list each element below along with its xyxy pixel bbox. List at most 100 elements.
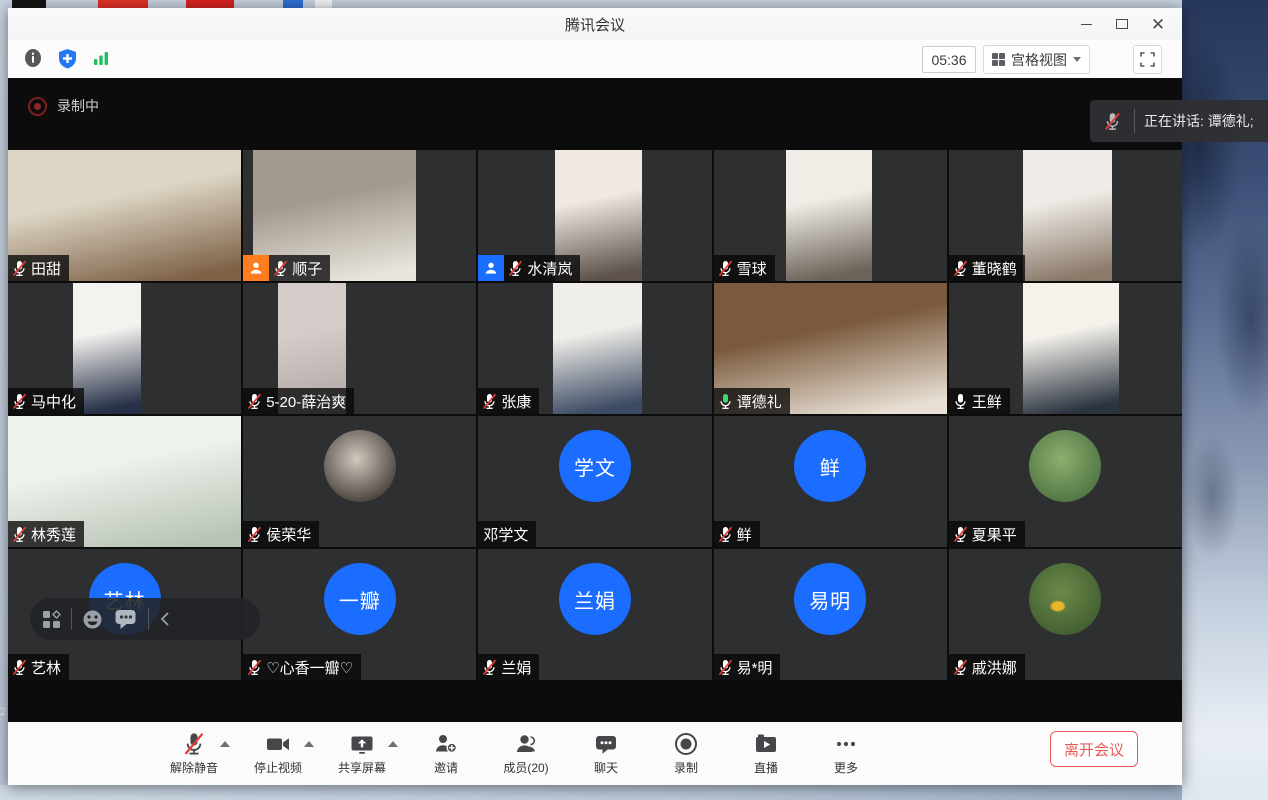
participant-name: 侯荣华	[266, 524, 311, 545]
participant-video	[1023, 283, 1119, 414]
footer-button-share-screen[interactable]: 共享屏幕	[330, 731, 394, 776]
network-signal-icon[interactable]	[90, 47, 112, 69]
participant-name-label: 侯荣华	[243, 521, 319, 547]
participant-tile[interactable]: 5-20-薛治爽	[243, 283, 476, 414]
footer-button-camera[interactable]: 停止视频	[246, 731, 310, 776]
participant-tile[interactable]: 水清岚	[478, 150, 711, 281]
participant-name: 艺林	[31, 657, 61, 678]
meeting-stage: 录制中 田甜 顺子 水清岚	[8, 78, 1182, 722]
participant-name-label: 雪球	[714, 255, 775, 281]
participant-tile[interactable]: 谭德礼	[714, 283, 947, 414]
participant-avatar: 易明	[794, 563, 866, 635]
meeting-window: 腾讯会议 ✕ 05:36 宫格视图	[8, 8, 1182, 785]
participant-name: 5-20-薛治爽	[266, 391, 346, 412]
participant-name: 王鲜	[972, 391, 1002, 412]
meeting-timer: 05:36	[922, 46, 976, 73]
participant-tile[interactable]: 林秀莲	[8, 416, 241, 547]
record-icon	[673, 731, 699, 757]
participant-avatar	[1029, 430, 1101, 502]
smiley-icon[interactable]	[82, 609, 103, 630]
footer-button-mic-muted[interactable]: 解除静音	[162, 731, 226, 776]
meeting-footer-bar: 解除静音 停止视频 共享屏幕 邀请 成员(20) 聊天	[8, 722, 1182, 785]
mic-status-icon	[12, 393, 27, 410]
divider	[71, 608, 72, 630]
participant-tile[interactable]: 雪球	[714, 150, 947, 281]
mic-status-icon	[247, 659, 262, 676]
divider	[148, 608, 149, 630]
participant-tile[interactable]: 易明 易*明	[714, 549, 947, 680]
participant-name-label: 董晓鹤	[949, 255, 1025, 281]
invite-icon	[433, 731, 459, 757]
participant-tile[interactable]: 王鲜	[949, 283, 1182, 414]
participant-name: 雪球	[737, 258, 767, 279]
footer-button-invite[interactable]: 邀请	[414, 731, 478, 776]
participant-tile[interactable]: 侯荣华	[243, 416, 476, 547]
participant-name-label: 水清岚	[478, 255, 580, 281]
participant-avatar: 学文	[559, 430, 631, 502]
participant-tile[interactable]: 顺子	[243, 150, 476, 281]
desktop: 2 腾讯会议 ✕ 05:36	[0, 0, 1268, 800]
participant-name-label: 戚洪娜	[949, 654, 1025, 680]
mic-status-icon	[482, 393, 497, 410]
participant-tile[interactable]: 田甜	[8, 150, 241, 281]
participant-name: 夏果平	[972, 524, 1017, 545]
chevron-left-icon[interactable]	[159, 611, 171, 627]
footer-button-members[interactable]: 成员(20)	[494, 731, 558, 776]
participant-name: 顺子	[292, 258, 322, 279]
participant-name-label: 王鲜	[949, 388, 1010, 414]
chat-bubble-icon[interactable]	[113, 607, 138, 631]
participant-name-label: 艺林	[8, 654, 69, 680]
view-mode-dropdown[interactable]: 宫格视图	[983, 45, 1091, 74]
recording-indicator: 录制中	[28, 96, 99, 116]
footer-button-more[interactable]: 更多	[814, 731, 878, 776]
participant-tile[interactable]: 张康	[478, 283, 711, 414]
participant-name: 张康	[501, 391, 531, 412]
participant-name-label: 兰娟	[478, 654, 539, 680]
reaction-toolbar	[30, 598, 260, 640]
mic-status-icon	[718, 393, 733, 410]
chat-icon	[593, 731, 619, 757]
maximize-button[interactable]	[1104, 8, 1140, 40]
minimize-button[interactable]	[1068, 8, 1104, 40]
participant-name-label: 鲜	[714, 521, 760, 547]
participant-tile[interactable]: 董晓鹤	[949, 150, 1182, 281]
participant-name-label: 田甜	[8, 255, 69, 281]
participant-name: 田甜	[31, 258, 61, 279]
mic-muted-icon	[183, 731, 205, 757]
leave-meeting-button[interactable]: 离开会议	[1050, 731, 1138, 767]
participant-tile[interactable]: 学文 邓学文	[478, 416, 711, 547]
mic-status-icon	[12, 526, 27, 543]
role-badge-icon	[243, 255, 269, 281]
participant-video	[553, 283, 642, 414]
info-icon[interactable]	[22, 47, 44, 69]
footer-button-label: 解除静音	[170, 759, 218, 776]
participant-tile[interactable]: 戚洪娜	[949, 549, 1182, 680]
mic-status-icon	[718, 260, 733, 277]
footer-button-label: 聊天	[594, 759, 618, 776]
participant-avatar	[1029, 563, 1101, 635]
participant-tile[interactable]: 一瓣 ♡心香一瓣♡	[243, 549, 476, 680]
participant-name: 董晓鹤	[972, 258, 1017, 279]
participant-tile[interactable]: 鲜 鲜	[714, 416, 947, 547]
participant-tile[interactable]: 兰娟 兰娟	[478, 549, 711, 680]
share-screen-icon	[349, 731, 375, 757]
apps-icon[interactable]	[42, 610, 61, 629]
footer-button-record[interactable]: 录制	[654, 731, 718, 776]
chevron-up-icon[interactable]	[388, 741, 398, 747]
active-speaker-text: 正在讲话: 谭德礼;	[1135, 111, 1254, 131]
role-badge-icon	[478, 255, 504, 281]
chevron-up-icon[interactable]	[304, 741, 314, 747]
mic-status-icon	[247, 393, 262, 410]
participant-tile[interactable]: 马中化	[8, 283, 241, 414]
footer-button-label: 停止视频	[254, 759, 302, 776]
live-icon	[753, 731, 779, 757]
footer-button-chat[interactable]: 聊天	[574, 731, 638, 776]
fullscreen-button[interactable]	[1133, 45, 1162, 74]
chevron-up-icon[interactable]	[220, 741, 230, 747]
participant-tile[interactable]: 夏果平	[949, 416, 1182, 547]
mic-status-icon	[953, 526, 968, 543]
mic-status-icon	[12, 260, 27, 277]
footer-button-live[interactable]: 直播	[734, 731, 798, 776]
close-button[interactable]: ✕	[1140, 8, 1176, 40]
shield-icon[interactable]	[56, 47, 78, 69]
